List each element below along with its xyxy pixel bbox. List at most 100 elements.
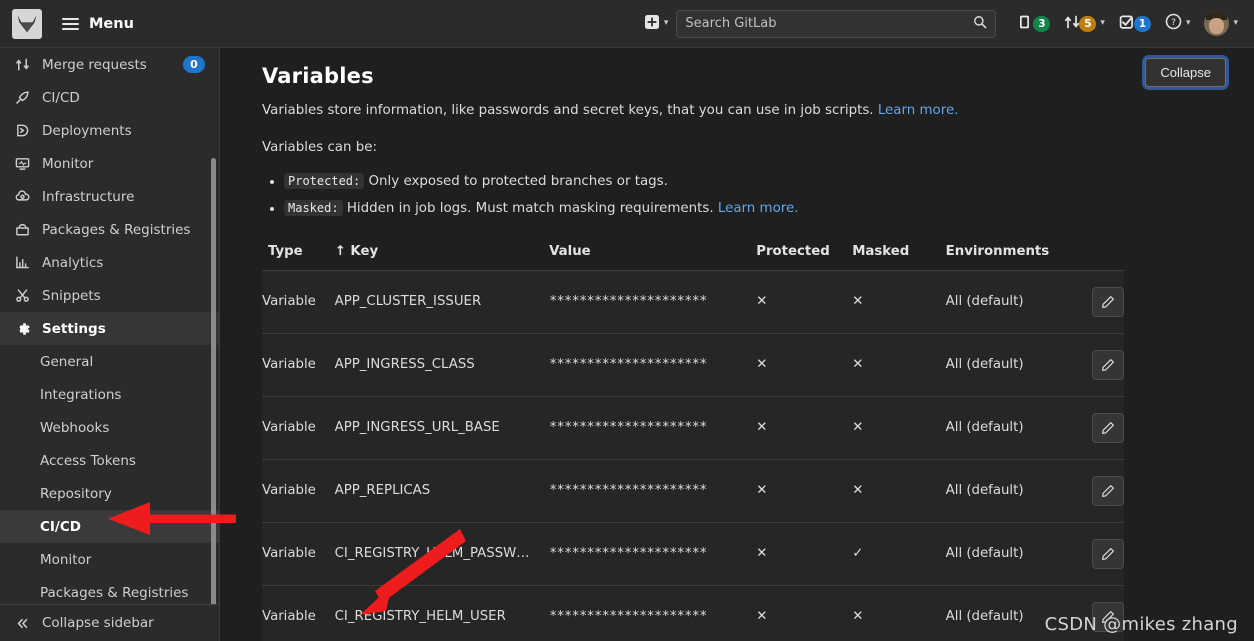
chevron-down-icon: ▾: [1100, 18, 1105, 28]
cell-protected: ✕: [756, 270, 853, 334]
page-title: Variables: [262, 64, 374, 88]
sidebar-item-repository[interactable]: Repository: [0, 477, 219, 510]
cell-type: Variable: [262, 396, 335, 460]
sidebar-subitem-label: General: [40, 353, 94, 370]
sidebar-item-integrations[interactable]: Integrations: [0, 378, 219, 411]
column-header-actions: [1068, 243, 1124, 271]
protected-description: Only exposed to protected branches or ta…: [368, 174, 668, 190]
deployments-icon: [14, 122, 31, 139]
sidebar-item-monitor[interactable]: Monitor: [0, 147, 219, 180]
column-header-masked[interactable]: Masked: [852, 243, 946, 271]
sidebar-subitem-label: Webhooks: [40, 419, 110, 436]
search-box[interactable]: [676, 9, 997, 38]
svg-text:?: ?: [1171, 18, 1176, 28]
cell-type: Variable: [262, 333, 335, 397]
menu-label: Menu: [89, 15, 134, 32]
cell-value: *********************: [549, 396, 757, 460]
table-row[interactable]: Variable CI_REGISTRY_HELM_USER *********…: [262, 585, 1124, 641]
search-icon[interactable]: [973, 14, 987, 33]
main-content: Collapse Variables Variables store infor…: [220, 48, 1254, 641]
edit-variable-button[interactable]: [1092, 538, 1124, 569]
sidebar-subitem-label: Packages & Registries: [40, 584, 189, 601]
sidebar-item-webhooks[interactable]: Webhooks: [0, 411, 219, 444]
chevron-down-icon: ▾: [1233, 18, 1238, 28]
help-button[interactable]: ? ▾: [1159, 8, 1197, 40]
plus-square-icon: [644, 14, 660, 34]
cell-actions: [1068, 333, 1124, 397]
sidebar-scrollbar[interactable]: [211, 158, 216, 641]
user-menu-button[interactable]: ▾: [1198, 8, 1244, 40]
cell-protected: ✕: [756, 585, 853, 641]
edit-variable-button[interactable]: [1092, 349, 1124, 380]
variables-table: Type ↑ Key Value Protected Masked Enviro…: [262, 243, 1124, 641]
sidebar-item-infrastructure[interactable]: Infrastructure: [0, 180, 219, 213]
merge-requests-button[interactable]: 5 ▾: [1058, 8, 1111, 40]
sidebar-nav-list: Merge requests 0 CI/CD Deployments Monit…: [0, 48, 219, 609]
cell-environments: All (default): [945, 270, 1069, 334]
edit-variable-button[interactable]: [1092, 475, 1124, 506]
column-header-type[interactable]: Type: [262, 243, 335, 271]
cell-key: APP_INGRESS_URL_BASE: [334, 396, 550, 460]
search-input[interactable]: [685, 16, 974, 31]
todos-button[interactable]: 1: [1113, 8, 1157, 40]
gitlab-logo-icon[interactable]: [12, 8, 42, 39]
sidebar-item-cicd[interactable]: CI/CD: [0, 81, 219, 114]
table-row[interactable]: Variable APP_REPLICAS ******************…: [262, 459, 1124, 523]
merge-request-icon: [14, 56, 31, 73]
sidebar-item-snippets[interactable]: Snippets: [0, 279, 219, 312]
column-header-value[interactable]: Value: [549, 243, 757, 271]
collapse-button[interactable]: Collapse: [1145, 58, 1226, 87]
sidebar-item-settings[interactable]: Settings: [0, 312, 219, 345]
avatar: [1204, 11, 1230, 36]
help-circle-icon: ?: [1165, 13, 1182, 34]
todos-count-badge: 1: [1133, 15, 1151, 32]
sidebar-item-packages-registries[interactable]: Packages & Registries: [0, 213, 219, 246]
column-header-environments[interactable]: Environments: [945, 243, 1069, 271]
table-row[interactable]: Variable APP_INGRESS_URL_BASE **********…: [262, 396, 1124, 460]
column-header-protected[interactable]: Protected: [756, 243, 853, 271]
masked-code-badge: Masked:: [284, 199, 343, 216]
menu-button[interactable]: Menu: [62, 16, 134, 32]
cell-actions: [1068, 459, 1124, 523]
edit-variable-button[interactable]: [1092, 412, 1124, 443]
monitor-icon: [14, 155, 31, 172]
cell-value: *********************: [549, 459, 757, 523]
sidebar-item-deployments[interactable]: Deployments: [0, 114, 219, 147]
collapse-sidebar-button[interactable]: Collapse sidebar: [0, 604, 219, 641]
cell-environments: All (default): [945, 522, 1069, 586]
sidebar-item-analytics[interactable]: Analytics: [0, 246, 219, 279]
edit-variable-button[interactable]: [1092, 286, 1124, 317]
cell-value: *********************: [549, 522, 757, 586]
cloud-gear-icon: [14, 188, 31, 205]
cell-protected: ✕: [756, 522, 853, 586]
cell-masked: ✕: [852, 459, 946, 523]
column-header-key[interactable]: ↑ Key: [334, 243, 550, 271]
create-new-button[interactable]: ▾: [638, 8, 675, 40]
sidebar-subitem-label: Repository: [40, 485, 112, 502]
cell-protected: ✕: [756, 459, 853, 523]
table-row[interactable]: Variable APP_CLUSTER_ISSUER ************…: [262, 270, 1124, 334]
cell-key: CI_REGISTRY_HELM_PASSW…: [334, 522, 550, 586]
cell-masked: ✕: [852, 396, 946, 460]
sidebar-item-access-tokens[interactable]: Access Tokens: [0, 444, 219, 477]
issues-button[interactable]: 3: [1012, 8, 1056, 40]
cell-protected: ✕: [756, 396, 853, 460]
masking-learn-more-link[interactable]: Learn more.: [718, 201, 799, 216]
chart-bar-icon: [14, 254, 31, 271]
table-row[interactable]: Variable APP_INGRESS_CLASS *************…: [262, 333, 1124, 397]
merge-request-icon: [1064, 14, 1080, 34]
sidebar-subitem-label: Integrations: [40, 386, 122, 403]
table-row[interactable]: Variable CI_REGISTRY_HELM_PASSW… *******…: [262, 522, 1124, 586]
list-item: Protected: Only exposed to protected bra…: [284, 169, 1222, 195]
cell-key: CI_REGISTRY_HELM_USER: [334, 585, 550, 641]
sidebar-item-settings-monitor[interactable]: Monitor: [0, 543, 219, 576]
learn-more-link[interactable]: Learn more.: [878, 103, 959, 118]
watermark-text: CSDN @mikes zhang: [1044, 614, 1238, 635]
sidebar-item-general[interactable]: General: [0, 345, 219, 378]
collapse-sidebar-label: Collapse sidebar: [42, 615, 154, 631]
sidebar-item-settings-cicd[interactable]: CI/CD: [0, 510, 219, 543]
sidebar-item-merge-requests[interactable]: Merge requests 0: [0, 48, 219, 81]
todo-checkbox-icon: [1119, 14, 1135, 34]
cell-masked: ✕: [852, 270, 946, 334]
protected-code-badge: Protected:: [284, 173, 365, 190]
